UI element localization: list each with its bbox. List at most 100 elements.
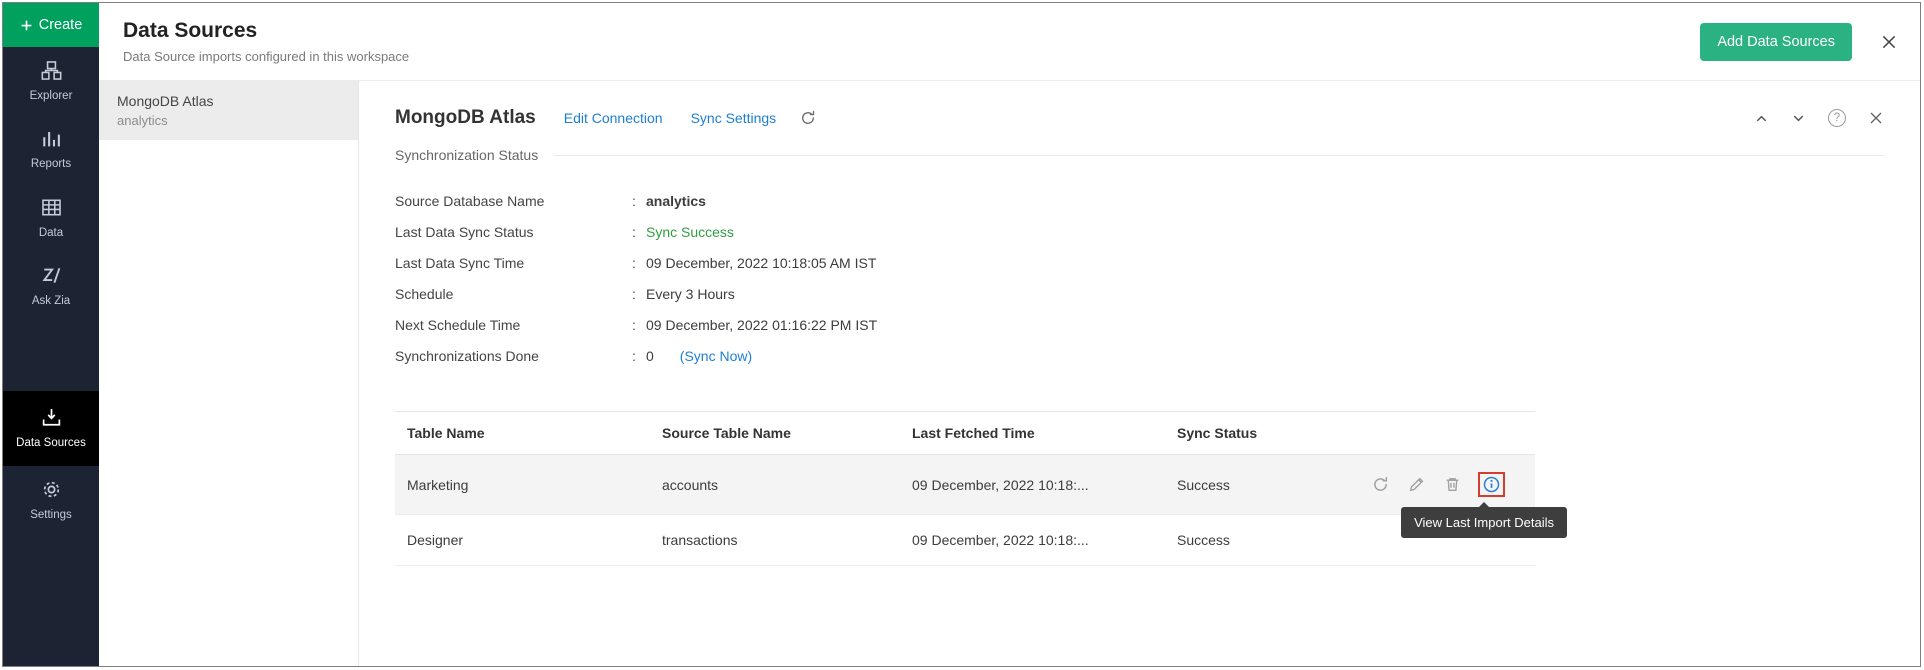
source-name: MongoDB Atlas [117,93,340,109]
annotation-highlight-box [1478,472,1505,497]
sidebar-item-label: Settings [30,508,72,522]
create-button-label: Create [39,17,83,33]
row-actions [1315,455,1535,515]
content-row: MongoDB Atlas analytics MongoDB Atlas Ed… [99,81,1920,666]
field-value: 09 December, 2022 01:16:22 PM IST [646,317,877,333]
ask-zia-icon [41,265,62,286]
field-row-last-sync-status: Last Data Sync Status : Sync Success [395,216,1884,247]
field-row-source-database-name: Source Database Name : analytics [395,185,1884,216]
page-header: Data Sources Data Source imports configu… [99,3,1920,81]
field-colon: : [632,286,646,302]
detail-header-controls: ? [1754,109,1884,127]
app-window: Create Explorer Reports Data Ask Zia [2,2,1921,667]
sidebar-item-data-sources[interactable]: Data Sources [3,391,99,466]
sidebar-item-label: Data [39,226,63,240]
explorer-icon [41,60,62,81]
source-list-item-mongodb-atlas[interactable]: MongoDB Atlas analytics [99,81,358,140]
settings-gear-icon [41,479,62,500]
edit-pencil-icon[interactable] [1408,476,1425,493]
cell-last-fetched-time: 09 December, 2022 10:18:... [900,515,1165,566]
field-label: Last Data Sync Time [395,255,632,271]
field-value: 09 December, 2022 10:18:05 AM IST [646,255,876,271]
header-actions: Add Data Sources [1700,23,1898,61]
cell-sync-status: Success [1165,455,1315,515]
add-data-sources-button[interactable]: Add Data Sources [1700,23,1852,61]
field-label: Synchronizations Done [395,348,632,364]
section-divider [554,155,1884,156]
source-list-panel: MongoDB Atlas analytics [99,81,359,666]
sidebar-item-data[interactable]: Data [3,184,99,252]
cell-sync-status: Success [1165,515,1315,566]
field-value: Every 3 Hours [646,286,735,302]
sync-settings-link[interactable]: Sync Settings [691,110,777,126]
column-source-table-name: Source Table Name [650,412,900,455]
cell-source-table-name: transactions [650,515,900,566]
column-sync-status: Sync Status [1165,412,1315,455]
help-icon[interactable]: ? [1828,109,1846,127]
column-actions [1315,412,1535,455]
page-subtitle: Data Source imports configured in this w… [123,49,409,64]
detail-panel: MongoDB Atlas Edit Connection Sync Setti… [359,81,1920,666]
tables-section: Table Name Source Table Name Last Fetche… [395,411,1535,566]
main-area: Data Sources Data Source imports configu… [99,3,1920,666]
sync-refresh-icon[interactable] [1372,476,1389,493]
field-label: Schedule [395,286,632,302]
delete-trash-icon[interactable] [1444,476,1461,493]
data-sources-icon [41,407,62,428]
page-title: Data Sources [123,19,409,43]
field-colon: : [632,317,646,333]
plus-icon [20,19,33,32]
section-title: Synchronization Status [395,147,538,163]
sidebar-item-reports[interactable]: Reports [3,115,99,183]
field-row-last-sync-time: Last Data Sync Time : 09 December, 2022 … [395,247,1884,278]
edit-connection-link[interactable]: Edit Connection [564,110,663,126]
detail-title: MongoDB Atlas [395,107,536,129]
field-label: Source Database Name [395,193,632,209]
data-table-icon [41,197,62,218]
field-row-next-schedule-time: Next Schedule Time : 09 December, 2022 0… [395,309,1884,340]
sidebar-item-label: Ask Zia [32,294,70,308]
reports-icon [41,128,62,149]
sync-tables: Table Name Source Table Name Last Fetche… [395,411,1535,566]
sidebar-item-ask-zia[interactable]: Ask Zia [3,252,99,320]
sidebar-item-label: Data Sources [16,436,86,450]
field-colon: : [632,348,646,364]
cell-last-fetched-time: 09 December, 2022 10:18:... [900,455,1165,515]
column-last-fetched-time: Last Fetched Time [900,412,1165,455]
table-header-row: Table Name Source Table Name Last Fetche… [395,412,1535,455]
header-titles: Data Sources Data Source imports configu… [123,19,409,64]
column-table-name: Table Name [395,412,650,455]
field-colon: : [632,193,646,209]
cell-table-name: Designer [395,515,650,566]
sync-status-fields: Source Database Name : analytics Last Da… [395,185,1884,371]
field-row-synchronizations-done: Synchronizations Done : 0 (Sync Now) [395,340,1884,371]
field-label: Next Schedule Time [395,317,632,333]
sidebar-item-settings[interactable]: Settings [3,466,99,534]
chevron-up-icon[interactable] [1754,111,1769,126]
create-button[interactable]: Create [3,3,99,47]
table-row[interactable]: Marketing accounts 09 December, 2022 10:… [395,455,1535,515]
field-colon: : [632,255,646,271]
field-value: 0 [646,348,654,364]
refresh-icon[interactable] [800,110,816,126]
view-last-import-tooltip: View Last Import Details [1401,507,1567,538]
table-row[interactable]: Designer transactions 09 December, 2022 … [395,515,1535,566]
sync-now-link[interactable]: (Sync Now) [680,348,752,364]
sidebar-item-label: Reports [31,157,71,171]
sidebar-item-explorer[interactable]: Explorer [3,47,99,115]
sync-status-section: Synchronization Status [395,147,1884,163]
chevron-down-icon[interactable] [1791,111,1806,126]
close-icon[interactable] [1880,33,1898,51]
sidebar: Create Explorer Reports Data Ask Zia [3,3,99,666]
field-row-schedule: Schedule : Every 3 Hours [395,278,1884,309]
sidebar-item-label: Explorer [30,89,73,103]
detail-header: MongoDB Atlas Edit Connection Sync Setti… [395,107,1884,129]
close-icon[interactable] [1868,110,1884,126]
view-last-import-info-icon[interactable] [1483,476,1500,493]
field-label: Last Data Sync Status [395,224,632,240]
field-value: analytics [646,193,706,209]
field-value: Sync Success [646,224,734,240]
cell-table-name: Marketing [395,455,650,515]
field-colon: : [632,224,646,240]
cell-source-table-name: accounts [650,455,900,515]
